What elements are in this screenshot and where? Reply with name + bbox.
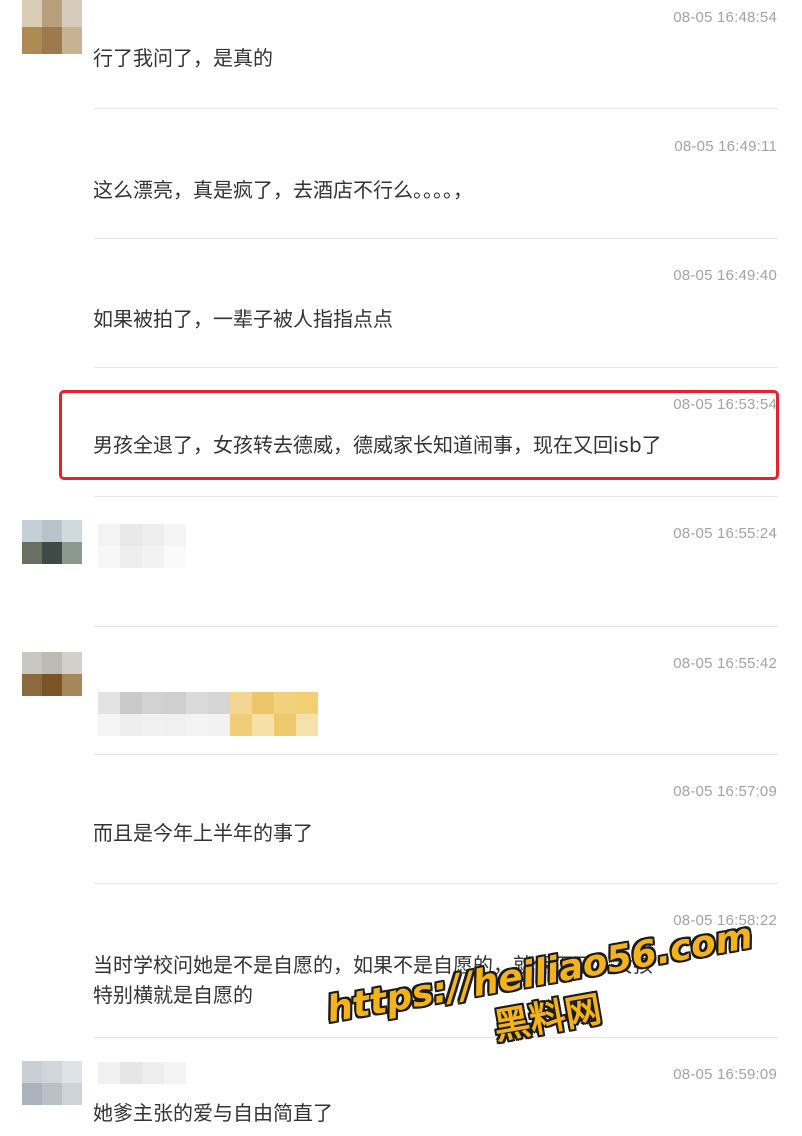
avatar[interactable]: [22, 1061, 82, 1106]
divider: [94, 496, 778, 497]
divider: [94, 883, 778, 884]
comment-text: 如果被拍了，一辈子被人指指点点: [93, 307, 393, 331]
comment-text-pixelated: [98, 714, 318, 736]
comment-timestamp: 08-05 16:57:09: [673, 783, 777, 800]
avatar[interactable]: [22, 0, 82, 55]
username-pixelated: [98, 1062, 186, 1084]
comment-text: 行了我问了，是真的: [93, 46, 273, 70]
comment-timestamp: 08-05 16:55:24: [673, 525, 777, 542]
divider: [94, 754, 778, 755]
avatar[interactable]: [22, 652, 82, 697]
watermark: https://heiliao56.com 黑料网: [309, 911, 786, 1129]
highlight-box: [59, 390, 779, 480]
divider: [94, 108, 778, 109]
username-pixelated: [98, 546, 186, 568]
divider: [94, 238, 778, 239]
avatar[interactable]: [22, 520, 82, 565]
comment-timestamp: 08-05 16:49:11: [674, 138, 777, 155]
comment-text: 这么漂亮，真是疯了，去酒店不行么。。。。，: [93, 178, 473, 202]
username-pixelated: [98, 524, 186, 546]
comment-text-pixelated: [98, 692, 318, 714]
comment-timestamp: 08-05 16:55:42: [673, 655, 777, 672]
divider: [94, 367, 778, 368]
comment-text: 而且是今年上半年的事了: [93, 821, 313, 845]
divider: [94, 626, 778, 627]
comment-timestamp: 08-05 16:49:40: [673, 267, 777, 284]
comment-timestamp: 08-05 16:48:54: [673, 9, 777, 26]
comment-timestamp: 08-05 16:59:09: [673, 1066, 777, 1083]
